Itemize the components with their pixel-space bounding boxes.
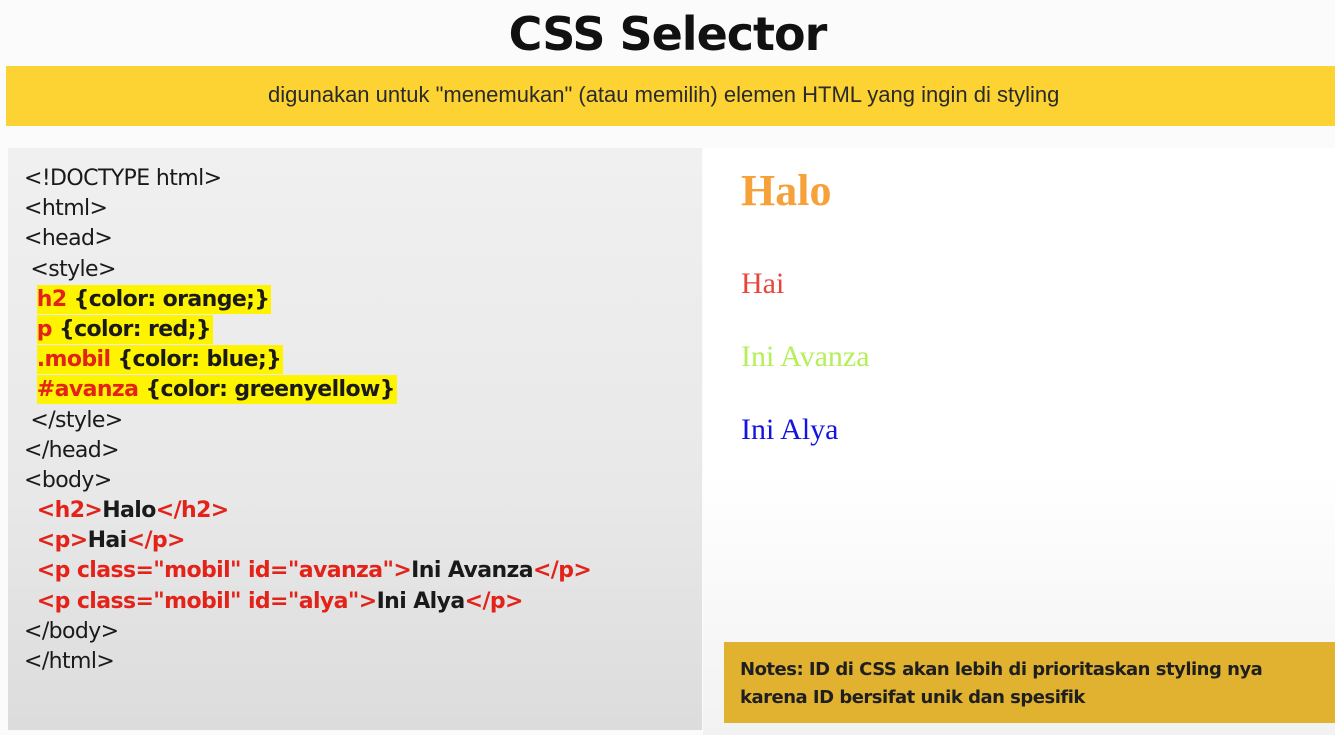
css-rule-h2: h2 {color: orange;} xyxy=(24,284,591,315)
code-line-doctype: <!DOCTYPE html> xyxy=(24,166,222,191)
css-rule-highlight: p {color: red;} xyxy=(36,314,213,344)
css-selector: h2 xyxy=(36,286,67,312)
code-block: <!DOCTYPE html> <html> <head> <style> h2… xyxy=(24,164,592,677)
definition-text: digunakan untuk "menemukan" (atau memili… xyxy=(268,82,1060,107)
html-text: Halo xyxy=(102,498,156,524)
html-line-p-alya: <p class="mobil" id="alya">Ini Alya</p> xyxy=(24,587,591,617)
css-selector: p xyxy=(36,316,53,342)
css-declaration: {color: orange;} xyxy=(66,286,270,312)
html-close-tag: </p> xyxy=(532,558,592,584)
html-close-tag: </h2> xyxy=(155,498,229,524)
css-selector: .mobil xyxy=(36,347,111,373)
css-selector: #avanza xyxy=(36,377,139,403)
preview-paragraph-avanza: Ini Avanza xyxy=(741,340,870,373)
preview-paragraph-alya: Ini Alya xyxy=(741,413,839,446)
html-open-tag: <h2> xyxy=(36,498,103,524)
notes-box: Notes: ID di CSS akan lebih di prioritas… xyxy=(724,642,1335,723)
code-panel: <!DOCTYPE html> <html> <head> <style> h2… xyxy=(8,148,702,730)
html-text: Ini Avanza xyxy=(411,558,533,584)
css-rule-avanza: #avanza {color: greenyellow} xyxy=(24,375,591,405)
html-open-tag: <p> xyxy=(36,528,88,554)
html-open-tag: <p class="mobil" id="avanza"> xyxy=(36,558,412,584)
html-text: Ini Alya xyxy=(376,588,466,614)
code-line-head-close: </head> xyxy=(24,437,120,463)
code-line-html-close: </html> xyxy=(24,649,115,674)
html-line-p-avanza: <p class="mobil" id="avanza">Ini Avanza<… xyxy=(24,556,592,586)
css-declaration: {color: red;} xyxy=(51,316,212,342)
slide-title: CSS Selector xyxy=(508,7,828,61)
html-line-h2: <h2>Halo</h2> xyxy=(24,496,591,526)
notes-text: Notes: ID di CSS akan lebih di prioritas… xyxy=(740,656,1263,712)
code-line-style-open: <style> xyxy=(24,256,116,282)
preview-paragraph-hai: Hai xyxy=(741,267,785,300)
html-close-tag: </p> xyxy=(464,588,524,614)
slide: CSS Selector digunakan untuk "menemukan"… xyxy=(0,0,1335,735)
html-line-p-hai: <p>Hai</p> xyxy=(24,526,591,556)
notes-line: karena ID bersifat unik dan spesifik xyxy=(740,687,1085,708)
code-line-style-close: </style> xyxy=(24,407,123,433)
code-line-html-open: <html> xyxy=(24,196,108,222)
code-line-body-open: <body> xyxy=(24,467,112,493)
preview-heading: Halo xyxy=(741,166,832,215)
css-declaration: {color: greenyellow} xyxy=(138,377,395,403)
css-declaration: {color: blue;} xyxy=(110,347,282,373)
css-rule-highlight: #avanza {color: greenyellow} xyxy=(36,375,397,405)
code-line-head-open: <head> xyxy=(24,226,113,252)
css-rule-mobil: .mobil {color: blue;} xyxy=(24,345,591,375)
css-rule-highlight: h2 {color: orange;} xyxy=(36,284,272,314)
css-rule-highlight: .mobil {color: blue;} xyxy=(36,345,284,375)
css-rule-p: p {color: red;} xyxy=(24,314,591,345)
code-line-body-close: </body> xyxy=(24,618,119,644)
html-text: Hai xyxy=(87,528,128,554)
definition-banner: digunakan untuk "menemukan" (atau memili… xyxy=(6,66,1335,126)
html-open-tag: <p class="mobil" id="alya"> xyxy=(36,588,377,614)
html-close-tag: </p> xyxy=(126,528,186,554)
notes-line: Notes: ID di CSS akan lebih di prioritas… xyxy=(740,659,1263,680)
